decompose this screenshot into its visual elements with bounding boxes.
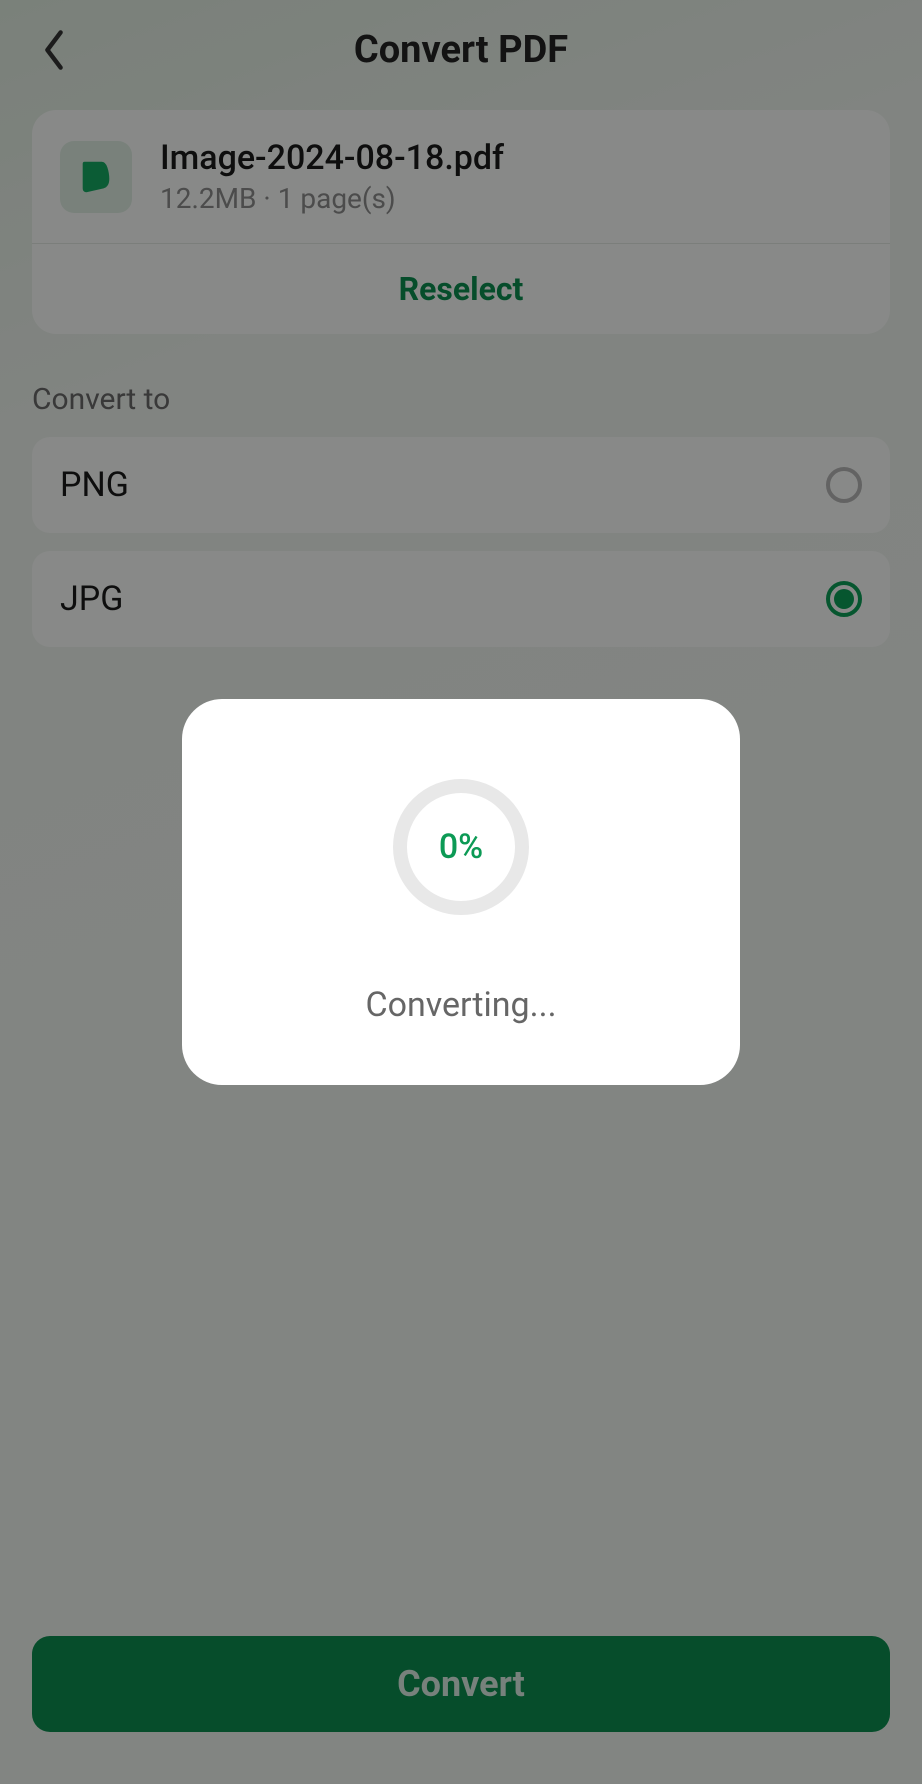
progress-modal: 0% Converting... (182, 699, 740, 1085)
modal-overlay: 0% Converting... (0, 0, 922, 1784)
progress-ring-icon: 0% (393, 779, 529, 915)
progress-percent: 0% (439, 827, 483, 867)
modal-status-text: Converting... (365, 985, 556, 1025)
screen-root: Convert PDF Image-2024-08-18.pdf 12.2MB … (0, 0, 922, 1784)
